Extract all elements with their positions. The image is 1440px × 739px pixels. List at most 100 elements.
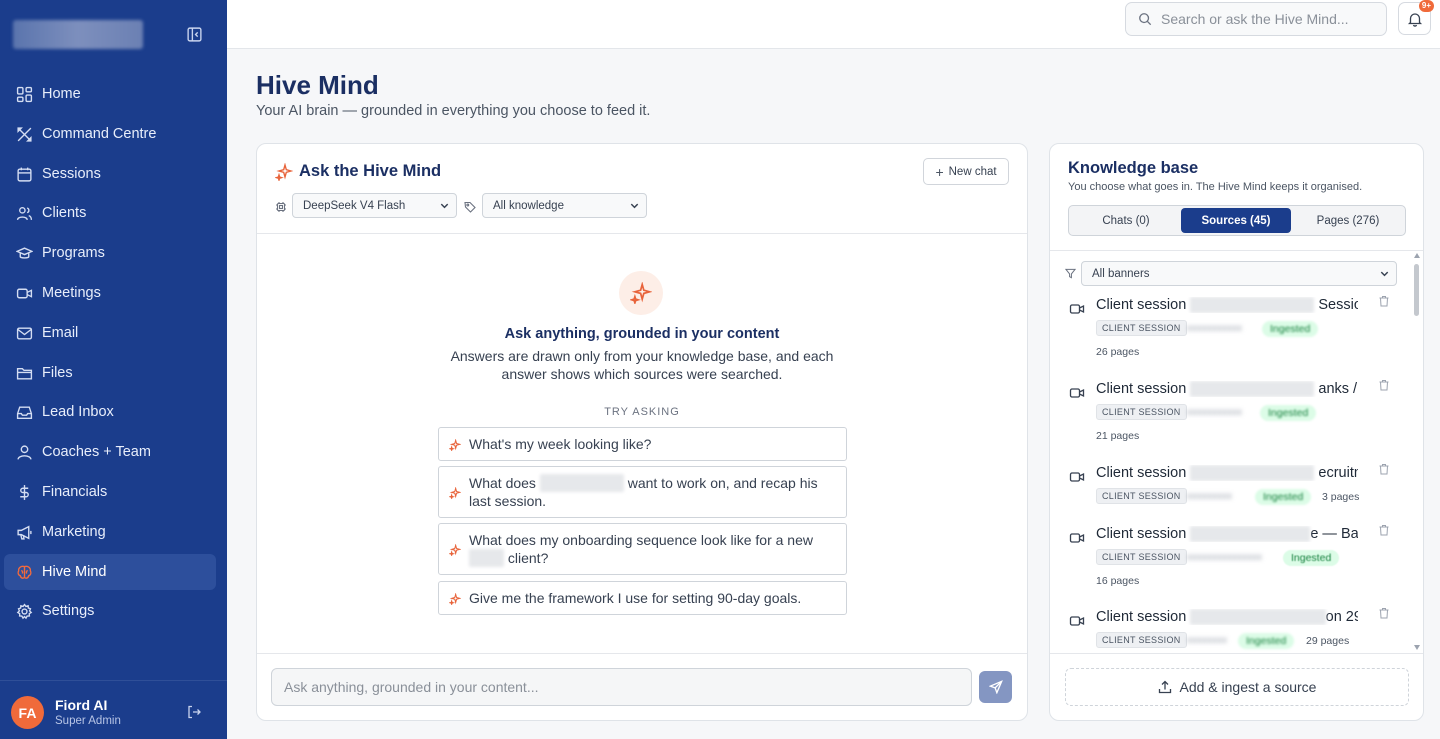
upload-icon [1158, 680, 1180, 694]
chat-panel: Ask the Hive Mind + New chat DeepSeek V4 … [256, 143, 1028, 721]
redacted-text: xxxxxxxxx [1187, 491, 1232, 502]
trash-icon[interactable] [1378, 295, 1390, 307]
tab-sources[interactable]: Sources (45) [1181, 208, 1291, 233]
scroll-up-arrow[interactable] [1414, 253, 1420, 258]
sidebar-item-email[interactable]: Email [4, 315, 216, 351]
brand-logo[interactable] [13, 20, 143, 49]
divider [1050, 250, 1423, 251]
tab-pages[interactable]: Pages (276) [1293, 208, 1403, 233]
sidebar: Home Command Centre Sessions Clients Pro… [0, 0, 227, 739]
sidebar-collapse-icon[interactable] [186, 26, 203, 43]
status-badge: Ingested [1262, 321, 1319, 337]
scroll-down-arrow[interactable] [1414, 645, 1420, 650]
suggestion-text: client? [504, 550, 549, 566]
trash-icon[interactable] [1378, 607, 1390, 619]
team-icon [16, 444, 33, 461]
source-type-tag: CLIENT SESSION [1096, 549, 1187, 565]
send-icon [988, 680, 1003, 694]
video-icon [16, 285, 33, 302]
sidebar-item-meetings[interactable]: Meetings [4, 275, 216, 311]
send-button[interactable] [979, 671, 1012, 703]
source-item[interactable]: Client session — xxxxxxxxxxxx — ecruitm.… [1050, 457, 1410, 517]
suggestion-text: What's my week looking like? [469, 436, 652, 452]
source-item[interactable]: Client session — xxxxxxxxxxxx — anks / C… [1050, 373, 1410, 449]
suggestion-text: What does my onboarding sequence look li… [469, 532, 813, 548]
empty-state-title: Ask anything, grounded in your content [504, 326, 780, 342]
sources-list: Client session — xxxxxxxxxxxx — Session … [1050, 289, 1423, 653]
sidebar-item-marketing[interactable]: Marketing [4, 514, 216, 550]
suggestion-item[interactable]: What's my week looking like? [438, 427, 847, 461]
chat-header: Ask the Hive Mind + New chat DeepSeek V4 … [257, 144, 1027, 234]
sidebar-item-command-centre[interactable]: Command Centre [4, 116, 216, 152]
source-item[interactable]: Client session — xxxxxxxxxxxx — Session … [1050, 289, 1410, 365]
trash-icon[interactable] [1378, 379, 1390, 391]
source-item[interactable]: Client session — xxxxxxx — xxxxxxon 29 C… [1050, 601, 1410, 653]
trash-icon[interactable] [1378, 524, 1390, 536]
brain-icon [16, 564, 33, 581]
banner-filter-value: All banners [1092, 267, 1150, 280]
filter-icon [1065, 268, 1076, 279]
trash-icon[interactable] [1378, 463, 1390, 475]
knowledge-select-value: All knowledge [493, 199, 564, 212]
kb-tabs: Chats (0) Sources (45) Pages (276) [1068, 205, 1406, 236]
sidebar-item-label: Home [42, 86, 81, 102]
scrollbar-thumb[interactable] [1414, 264, 1419, 316]
plus-icon: + [935, 163, 944, 180]
dollar-icon [16, 484, 33, 501]
new-chat-button[interactable]: + New chat [923, 158, 1009, 185]
sidebar-item-hive-mind[interactable]: Hive Mind [4, 554, 216, 590]
gear-icon [16, 602, 33, 620]
kb-subtitle: You choose what goes in. The Hive Mind k… [1068, 181, 1363, 193]
sparkle-icon [449, 439, 461, 451]
avatar[interactable]: FA [11, 696, 44, 729]
sidebar-item-sessions[interactable]: Sessions [4, 156, 216, 192]
add-source-button[interactable]: Add & ingest a source [1065, 668, 1409, 706]
megaphone-icon [16, 524, 33, 541]
sidebar-item-clients[interactable]: Clients [4, 195, 216, 231]
sidebar-item-home[interactable]: Home [4, 76, 216, 112]
kb-footer: Add & ingest a source [1050, 653, 1423, 720]
user-name: Fiord AI [55, 697, 108, 713]
global-search[interactable] [1125, 2, 1387, 36]
model-select-value: DeepSeek V4 Flash [303, 199, 406, 212]
notifications-button[interactable]: 9+ [1398, 0, 1434, 35]
page-title: Hive Mind [256, 70, 379, 100]
sidebar-item-label: Meetings [42, 285, 101, 301]
folder-icon [16, 365, 33, 382]
sidebar-item-label: Lead Inbox [42, 404, 114, 420]
knowledge-select[interactable]: All knowledge [482, 193, 647, 218]
sidebar-item-label: Clients [42, 205, 87, 221]
redacted-text: xxxxxxxx [1187, 635, 1227, 646]
suggestion-item[interactable]: What does xxxxxxxxxxxx want to work on, … [438, 466, 847, 518]
sidebar-item-financials[interactable]: Financials [4, 474, 216, 510]
video-icon [1069, 530, 1085, 546]
sidebar-item-programs[interactable]: Programs [4, 235, 216, 271]
sidebar-item-coaches-team[interactable]: Coaches + Team [4, 434, 216, 470]
chevron-down-icon [629, 200, 640, 211]
source-item[interactable]: Client session — xxxxxxxxxxxxxxe — Ba...… [1050, 518, 1410, 594]
user-profile: FA Fiord AI Super Admin [0, 680, 227, 739]
sidebar-item-label: Marketing [42, 524, 106, 540]
status-badge: Ingested [1260, 405, 1317, 421]
banner-filter-select[interactable]: All banners [1081, 261, 1397, 286]
sidebar-item-settings[interactable]: Settings [4, 593, 216, 629]
chat-input[interactable] [271, 668, 972, 706]
source-pages: 3 pages [1322, 491, 1360, 503]
sidebar-item-lead-inbox[interactable]: Lead Inbox [4, 394, 216, 430]
sidebar-item-files[interactable]: Files [4, 355, 216, 391]
video-icon [1069, 301, 1085, 317]
suggestion-item[interactable]: Give me the framework I use for setting … [438, 581, 847, 615]
model-select[interactable]: DeepSeek V4 Flash [292, 193, 457, 218]
sidebar-item-label: Financials [42, 484, 108, 500]
search-input[interactable] [1161, 11, 1361, 27]
source-type-tag: CLIENT SESSION [1096, 632, 1187, 648]
source-pages: 16 pages [1096, 575, 1140, 587]
sidebar-item-label: Coaches + Team [42, 444, 151, 460]
suggestion-item[interactable]: What does my onboarding sequence look li… [438, 523, 847, 575]
command-icon [16, 126, 33, 143]
tab-chats[interactable]: Chats (0) [1071, 208, 1181, 233]
mail-icon [16, 325, 33, 342]
source-name: Client session — xxxxxxxxxxxxxxe — Ba... [1096, 526, 1358, 542]
logout-icon[interactable] [186, 704, 202, 720]
redacted-text: xxxxxxxxxxx [1187, 323, 1242, 334]
